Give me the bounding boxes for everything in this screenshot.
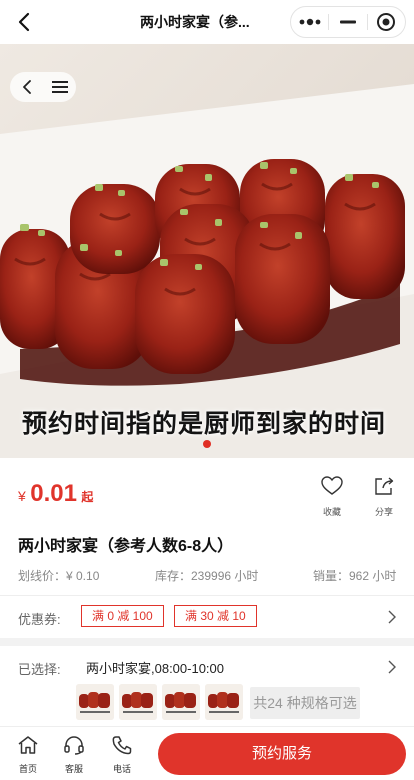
heart-icon (321, 476, 343, 495)
price-value: 0.01 (30, 480, 77, 507)
menu-icon[interactable] (43, 72, 76, 102)
more-dots-icon[interactable] (291, 7, 328, 37)
nav-home[interactable]: 首页 (8, 735, 48, 775)
stock: 库存：239996 小时 (155, 569, 259, 583)
spec-selector[interactable]: 已选择: 两小时家宴,08:00-10:00 共24 种规格可选 (0, 646, 414, 726)
mini-program-capsule (290, 6, 406, 38)
sales: 销量：962 小时 (313, 569, 397, 583)
product-title: 两小时家宴（参考人数6-8人） (18, 538, 234, 555)
share-label: 分享 (374, 507, 393, 517)
floating-nav-capsule (10, 72, 76, 102)
page-title: 两小时家宴（参... (140, 14, 250, 30)
nav-phone-label: 电话 (112, 764, 131, 774)
chevron-right-icon (388, 610, 396, 624)
spec-thumbnail[interactable] (76, 684, 114, 720)
nav-customer-service[interactable]: 客服 (54, 735, 94, 775)
home-icon (18, 736, 38, 754)
spec-thumbnail[interactable] (162, 684, 200, 720)
headset-icon (64, 736, 84, 755)
more-specs-chip[interactable]: 共24 种规格可选 (250, 687, 360, 719)
braised-pork-photo (0, 44, 414, 458)
spec-thumbnail[interactable] (119, 684, 157, 720)
image-caption: 预约时间指的是厨师到家的时间 (22, 409, 387, 438)
product-info-card: ¥ 0.01 起 收藏 分享 两小时家宴（参考人数6-8人） 划线价：¥ 0.1… (0, 458, 414, 638)
favorite-button[interactable]: 收藏 (312, 476, 352, 518)
favorite-label: 收藏 (322, 507, 341, 517)
book-service-button[interactable]: 预约服务 (158, 733, 406, 775)
price: ¥ 0.01 起 (18, 480, 93, 508)
carousel-indicator-active[interactable] (203, 440, 211, 448)
original-price: 划线价：¥ 0.10 (18, 569, 100, 583)
nav-customer-service-label: 客服 (64, 764, 83, 774)
spec-value: 两小时家宴,08:00-10:00 (86, 661, 225, 676)
nav-home-label: 首页 (18, 764, 37, 774)
chevron-right-icon (388, 660, 396, 674)
share-button[interactable]: 分享 (364, 476, 404, 518)
coupon-label: 优惠券: (18, 612, 61, 627)
coupon-row[interactable]: 优惠券: 满 0 减 100 满 30 减 10 (0, 596, 414, 638)
back-arrow-icon[interactable] (10, 8, 38, 36)
nav-phone[interactable]: 电话 (102, 735, 142, 775)
back-arrow-icon[interactable] (10, 72, 43, 102)
coupon-item[interactable]: 满 30 减 10 (174, 605, 257, 627)
price-currency: ¥ (18, 488, 26, 504)
top-bar: 两小时家宴（参... (0, 0, 414, 44)
spec-thumbnail[interactable] (205, 684, 243, 720)
product-image-carousel[interactable]: 预约时间指的是厨师到家的时间 (0, 44, 414, 458)
coupon-item[interactable]: 满 0 减 100 (81, 605, 164, 627)
close-circle-icon[interactable] (368, 7, 405, 37)
phone-icon (112, 736, 132, 755)
bottom-bar: 首页 客服 电话 预约服务 (0, 726, 414, 780)
price-suffix: 起 (81, 490, 94, 504)
share-icon (375, 477, 394, 495)
spec-label: 已选择: (18, 662, 61, 677)
minimize-icon[interactable] (329, 7, 366, 37)
